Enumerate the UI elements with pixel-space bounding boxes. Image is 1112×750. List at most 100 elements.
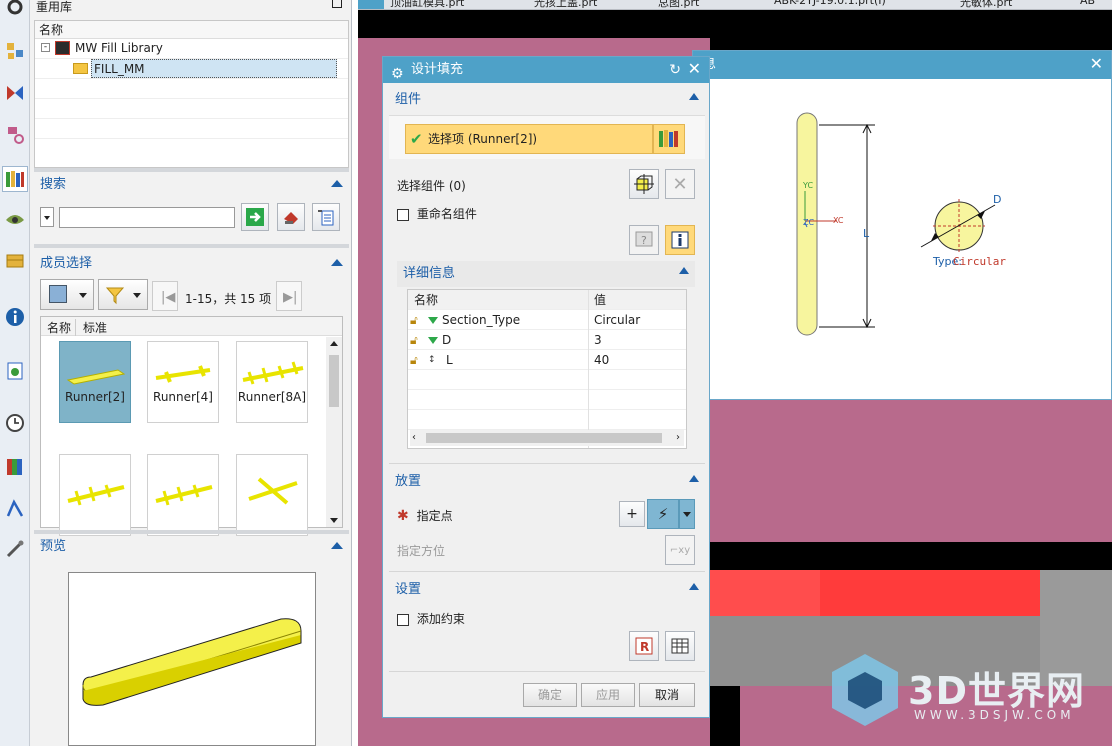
help-button[interactable]: ? [629, 225, 659, 255]
inferred-point-button[interactable]: ⚡ [647, 499, 679, 529]
parameter-row[interactable]: 🔓︎ Section_Type Circular [408, 310, 686, 330]
horizontal-scrollbar[interactable]: ‹ › [410, 430, 684, 446]
member-section-header[interactable]: 成员选择 [34, 253, 349, 275]
scroll-thumb[interactable] [426, 433, 662, 443]
member-runner-2[interactable]: Runner[2] [59, 341, 131, 423]
apply-button[interactable]: 应用 [581, 683, 635, 707]
placement-group-header[interactable]: 放置 [389, 469, 705, 495]
parameter-value[interactable]: 3 [594, 330, 602, 350]
preview-section-header[interactable]: 预览 [34, 536, 349, 558]
scroll-up-icon[interactable] [330, 341, 338, 346]
info-icon[interactable] [2, 304, 28, 330]
member-item[interactable] [236, 454, 308, 536]
reuse-library-icon[interactable] [2, 166, 28, 192]
constraint-navigator-icon[interactable] [2, 80, 28, 106]
previous-page-button[interactable]: |◀ [152, 281, 178, 311]
hd3d-tools-icon[interactable] [2, 206, 28, 232]
history-icon[interactable] [2, 358, 28, 384]
register-icon: R [635, 637, 653, 655]
add-constraint-checkbox[interactable]: 添加约束 [397, 610, 465, 627]
clock-icon[interactable] [2, 410, 28, 436]
member-item[interactable] [147, 454, 219, 536]
cancel-button[interactable]: 取消 [639, 683, 695, 707]
ok-button[interactable]: 确定 [523, 683, 577, 707]
info-button[interactable] [665, 225, 695, 255]
tree-item-mw-fill-library[interactable]: - MW Fill Library [35, 39, 348, 59]
web-browser-icon[interactable] [2, 248, 28, 274]
clear-search-button[interactable] [277, 203, 305, 231]
search-section-header[interactable]: 搜索 [34, 174, 349, 196]
collapse-member-icon[interactable] [331, 259, 343, 266]
collapse-component-icon[interactable] [689, 93, 699, 100]
collapse-search-icon[interactable] [331, 180, 343, 187]
expression-icon: ↕ [428, 355, 436, 365]
csys-dialog-button[interactable]: ⌐xy [665, 535, 695, 565]
document-tab[interactable]: 光孩上盖.prt [534, 0, 597, 9]
search-input[interactable] [59, 207, 235, 228]
system-scene-icon[interactable] [2, 536, 28, 562]
part-navigator-icon[interactable] [2, 122, 28, 148]
search-options-button[interactable] [312, 203, 340, 231]
select-component-button[interactable] [629, 169, 659, 199]
settings-group-header[interactable]: 设置 [389, 577, 705, 603]
palette-icon[interactable] [2, 454, 28, 480]
grid-empty-row [408, 370, 686, 390]
collapse-placement-icon[interactable] [689, 475, 699, 482]
roles-icon[interactable] [2, 496, 28, 522]
rename-component-checkbox[interactable]: 重命名组件 [397, 205, 477, 222]
tab-close-active[interactable] [358, 0, 384, 9]
scroll-down-icon[interactable] [330, 518, 338, 523]
document-tab[interactable]: 总图.prt [658, 0, 699, 9]
details-header[interactable]: 详细信息 [397, 261, 695, 287]
point-dialog-button[interactable]: + [619, 501, 645, 527]
remove-component-button[interactable]: ✕ [665, 169, 695, 199]
collapse-preview-icon[interactable] [331, 542, 343, 549]
collapse-icon[interactable]: - [41, 43, 50, 52]
scroll-right-icon[interactable]: › [676, 432, 680, 443]
tree-item-fill-mm[interactable]: FILL_MM [35, 59, 348, 79]
search-go-button[interactable] [241, 203, 269, 231]
filter-dropdown[interactable] [98, 279, 148, 310]
collapse-details-icon[interactable] [679, 267, 689, 274]
splitter[interactable] [34, 168, 349, 172]
parameter-value[interactable]: Circular [594, 310, 640, 330]
parameter-row[interactable]: 🔓︎ D 3 [408, 330, 686, 350]
assembly-navigator-icon[interactable] [2, 38, 28, 64]
search-dropdown[interactable] [40, 207, 54, 227]
component-group-header[interactable]: 组件 [389, 87, 705, 113]
parameter-row[interactable]: 🔓︎ ↕ L 40 [408, 350, 686, 370]
scroll-thumb[interactable] [329, 355, 339, 407]
next-page-button[interactable]: ▶| [276, 281, 302, 311]
tab-name[interactable]: 名称 [47, 319, 77, 336]
member-scrollbar[interactable] [326, 337, 342, 527]
close-icon[interactable]: ✕ [1090, 55, 1103, 73]
checkbox[interactable] [397, 613, 409, 626]
select-item-field[interactable]: ✔ 选择项 (Runner[2]) [405, 124, 653, 154]
scroll-left-icon[interactable]: ‹ [412, 432, 416, 443]
edit-register-button[interactable]: R [629, 631, 659, 661]
member-runner-8a[interactable]: Runner[8A] [236, 341, 308, 423]
specify-point-label: 指定点 [416, 509, 453, 523]
edit-data-button[interactable] [665, 631, 695, 661]
member-runner-4[interactable]: Runner[4] [147, 341, 219, 423]
driven-icon [428, 337, 438, 344]
maximize-icon[interactable] [332, 0, 342, 8]
document-tab[interactable]: 顶油缸模具.prt [390, 0, 464, 9]
document-tab[interactable]: ABK-2YJ-19.0.1.prt(I) [774, 0, 886, 9]
checkbox[interactable] [397, 208, 409, 221]
close-icon[interactable]: ✕ [688, 60, 701, 78]
tab-standard[interactable]: 标准 [83, 319, 107, 336]
parameter-value[interactable]: 40 [594, 350, 609, 370]
splitter[interactable] [34, 530, 349, 534]
document-tab[interactable]: AB [1080, 0, 1095, 9]
view-mode-dropdown[interactable] [40, 279, 94, 310]
reset-icon[interactable]: ↻ [669, 57, 681, 83]
dialog-title-bar[interactable]: ⚙ 设计填充 ↻ ✕ [383, 57, 709, 83]
document-tab[interactable]: 光敏体.prt [960, 0, 1012, 9]
settings-icon[interactable] [2, 0, 28, 20]
member-item[interactable] [59, 454, 131, 536]
point-type-dropdown[interactable] [679, 499, 695, 529]
reuse-library-button[interactable] [653, 124, 685, 154]
collapse-settings-icon[interactable] [689, 583, 699, 590]
splitter[interactable] [34, 244, 349, 248]
